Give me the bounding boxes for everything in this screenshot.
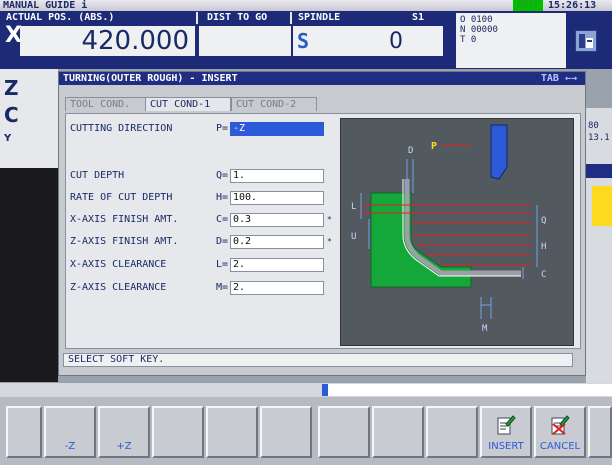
softkey-plus-z[interactable]: +Z (98, 406, 150, 458)
machine-icon[interactable] (575, 30, 597, 52)
softkey-6[interactable] (318, 406, 370, 458)
right-panel-header (586, 164, 612, 178)
axis-y-label: Y (4, 133, 12, 144)
softkey-label: CANCEL (539, 441, 581, 452)
axis-c-label: C (4, 103, 19, 127)
program-info: O 0100 N 00000 T 0 (456, 13, 566, 68)
x-finish-amount-field[interactable]: 0.3 (230, 213, 324, 227)
figure-label-l: L (351, 202, 356, 212)
tool-shape (490, 124, 508, 180)
softkey-3[interactable] (152, 406, 204, 458)
dist-to-go-label: DIST TO GO (207, 12, 268, 23)
figure-label-d: D (408, 146, 413, 156)
insert-icon (497, 415, 516, 435)
guidance-figure: D P L U Q H C M (340, 118, 574, 346)
figure-label-u: U (351, 232, 356, 242)
cut-depth-field[interactable]: 1. (230, 169, 324, 183)
x-clearance-field[interactable]: 2. (230, 258, 324, 272)
left-panel (0, 168, 58, 382)
header-divider (196, 12, 198, 24)
z-finish-amount-field[interactable]: 0.2 (230, 235, 324, 249)
finish-path (404, 179, 521, 276)
tab-hint: TAB ←→ (540, 73, 577, 84)
field-letter-q: Q= (216, 170, 229, 181)
field-letter-d: D= (216, 236, 229, 247)
softkey-cancel[interactable]: CANCEL (534, 406, 586, 458)
softkey-7[interactable] (372, 406, 424, 458)
field-label-z-clearance: Z-AXIS CLEARANCE (70, 282, 167, 293)
dist-to-go-box (199, 26, 291, 56)
spindle-label: SPINDLE (298, 12, 341, 23)
softkey-5[interactable] (260, 406, 312, 458)
dialog-title-bar: TURNING(OUTER ROUGH) - INSERT TAB ←→ (59, 72, 585, 85)
softkey-insert[interactable]: INSERT (480, 406, 532, 458)
cutting-direction-field[interactable]: -Z (230, 122, 324, 136)
right-panel-highlight (592, 186, 612, 226)
softkey-right-arrow[interactable] (588, 406, 612, 458)
title-bar: MANUAL GUIDE i EDIT 15:26:13 (0, 0, 612, 11)
spindle-box: S 0 (293, 26, 443, 56)
figure-label-m: M (482, 324, 488, 334)
tab-cut-cond-2[interactable]: CUT COND-2 (231, 97, 317, 111)
x-position-value: 420.000 (81, 26, 189, 56)
softkey-left-arrow[interactable] (6, 406, 42, 458)
program-number: O 0100 (460, 15, 493, 25)
softkey-4[interactable] (206, 406, 258, 458)
softkey-8[interactable] (426, 406, 478, 458)
figure-label-h: H (541, 242, 546, 252)
field-letter-h: H= (216, 192, 229, 203)
cancel-icon (551, 415, 570, 435)
field-label-cutting-direction: CUTTING DIRECTION (70, 123, 173, 134)
figure-label-q: Q (541, 216, 546, 226)
field-label-cut-depth: CUT DEPTH (70, 170, 125, 181)
tab-tool-cond[interactable]: TOOL COND. (65, 97, 147, 111)
right-value-1: 80 (588, 121, 599, 131)
position-value-box: 420.000 (20, 26, 195, 56)
field-label-rate-of-cut-depth: RATE OF CUT DEPTH (70, 192, 173, 203)
header-divider (290, 12, 292, 24)
actual-pos-label: ACTUAL POS. (ABS.) (6, 12, 115, 23)
field-letter-m: M= (216, 282, 229, 293)
field-label-x-clearance: X-AXIS CLEARANCE (70, 259, 167, 270)
tab-cut-cond-1[interactable]: CUT COND-1 (145, 97, 231, 111)
sequence-number: N 00000 (460, 25, 498, 35)
app-title: MANUAL GUIDE i (3, 0, 88, 11)
softkey-label: -Z (64, 441, 76, 452)
cursor-marker (322, 384, 328, 396)
field-label-z-finish: Z-AXIS FINISH AMT. (70, 236, 179, 247)
required-mark: * (327, 215, 332, 224)
z-clearance-field[interactable]: 2. (230, 281, 324, 295)
form-panel: CUTTING DIRECTION P= -Z CUT DEPTH Q= 1. … (65, 113, 581, 349)
field-letter-c: C= (216, 214, 229, 225)
field-letter-l: L= (216, 259, 229, 270)
field-label-x-finish: X-AXIS FINISH AMT. (70, 214, 179, 225)
turning-dialog: TURNING(OUTER ROUGH) - INSERT TAB ←→ TOO… (58, 71, 586, 376)
input-buffer-bar (322, 384, 612, 396)
required-mark: * (327, 237, 332, 246)
softkey-label: +Z (116, 441, 132, 452)
right-value-2: 13.1 (588, 133, 610, 143)
right-panel (586, 108, 612, 383)
dialog-title: TURNING(OUTER ROUGH) - INSERT (63, 73, 238, 84)
rate-of-cut-depth-field[interactable]: 100. (230, 191, 324, 205)
softkey-minus-z[interactable]: -Z (44, 406, 96, 458)
field-letter-p: P= (216, 123, 229, 134)
spindle-value: 0 (389, 29, 403, 54)
spindle-letter: S (297, 29, 310, 53)
axis-z-label: Z (4, 76, 19, 100)
figure-label-c: C (541, 270, 546, 280)
mode-indicator: EDIT (513, 0, 543, 11)
turning-diagram: D P L U Q H C M (351, 124, 546, 334)
softkey-label: INSERT (488, 441, 524, 452)
spindle-id: S1 (412, 12, 425, 23)
figure-label-p: P (431, 141, 437, 152)
clock: 15:26:13 (548, 0, 597, 11)
message-line: SELECT SOFT KEY. (63, 353, 573, 367)
tool-number: T 0 (460, 35, 477, 45)
